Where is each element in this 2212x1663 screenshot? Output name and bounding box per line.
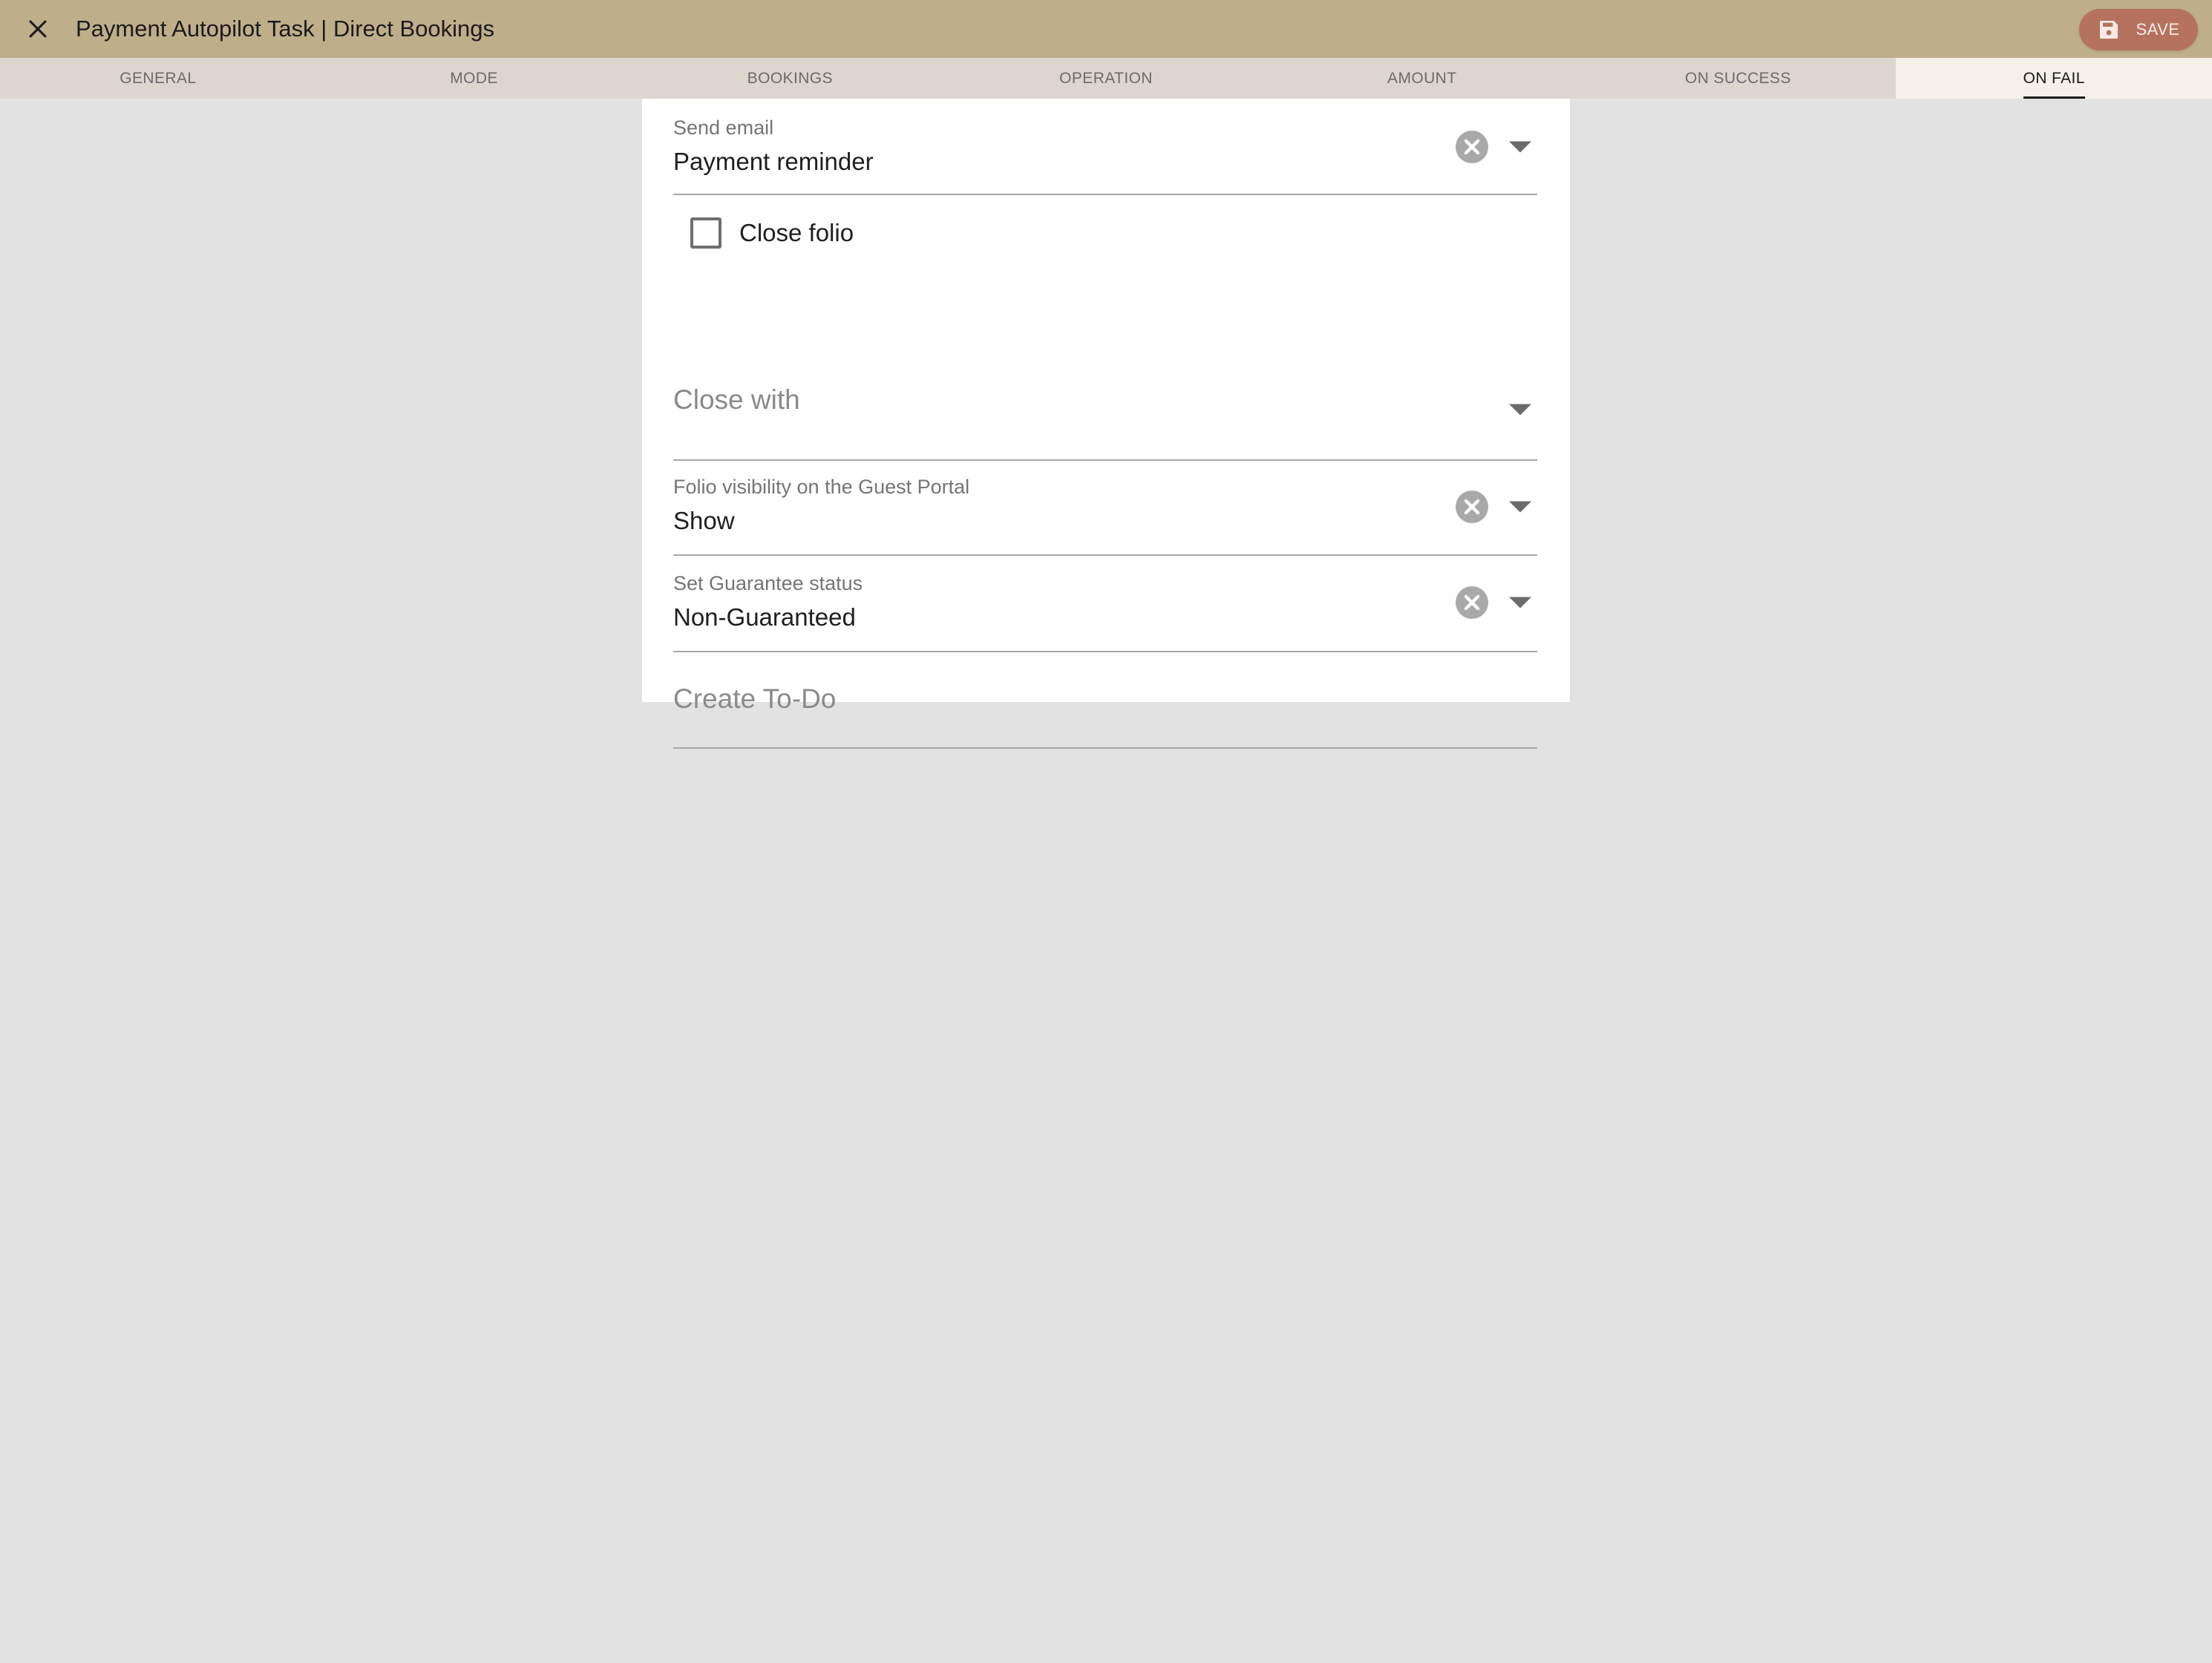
send-email-label: Send email bbox=[673, 117, 774, 139]
page-title: Payment Autopilot Task | Direct Bookings bbox=[76, 16, 495, 42]
folio-visibility-select[interactable]: Folio visibility on the Guest Portal Sho… bbox=[673, 459, 1537, 556]
clear-circle-icon[interactable] bbox=[1454, 489, 1490, 525]
close-folio-label: Close folio bbox=[739, 219, 854, 246]
caret-down-icon[interactable] bbox=[1509, 404, 1531, 416]
tab-label: MODE bbox=[450, 69, 498, 87]
tab-label: ON SUCCESS bbox=[1685, 69, 1791, 87]
tab-bookings[interactable]: BOOKINGS bbox=[632, 58, 948, 99]
on-fail-form-card: Send email Payment reminder Close folio … bbox=[642, 99, 1570, 749]
send-email-select[interactable]: Send email Payment reminder bbox=[673, 99, 1537, 195]
caret-down-icon[interactable] bbox=[1509, 501, 1531, 513]
tab-on-fail[interactable]: ON FAIL bbox=[1896, 58, 2212, 99]
tab-amount[interactable]: AMOUNT bbox=[1264, 58, 1580, 99]
caret-down-icon[interactable] bbox=[1509, 597, 1531, 609]
guarantee-status-value: Non-Guaranteed bbox=[673, 603, 856, 631]
tab-bar: GENERAL MODE BOOKINGS OPERATION AMOUNT O… bbox=[0, 58, 2212, 99]
tab-label: ON FAIL bbox=[2023, 69, 2086, 99]
folio-visibility-value: Show bbox=[673, 507, 735, 534]
close-icon bbox=[29, 20, 47, 38]
tab-general[interactable]: GENERAL bbox=[0, 58, 316, 99]
create-todo-input[interactable]: Create To-Do bbox=[673, 651, 1537, 749]
caret-down-icon[interactable] bbox=[1509, 141, 1531, 153]
close-with-select[interactable]: Close with bbox=[673, 281, 1537, 461]
clear-circle-icon[interactable] bbox=[1454, 585, 1490, 620]
tab-label: GENERAL bbox=[120, 69, 197, 87]
tab-label: BOOKINGS bbox=[747, 69, 833, 87]
close-folio-checkbox[interactable]: Close folio bbox=[690, 212, 854, 254]
send-email-value: Payment reminder bbox=[673, 148, 874, 175]
save-button[interactable]: SAVE bbox=[2079, 9, 2198, 50]
save-button-label: SAVE bbox=[2136, 20, 2180, 39]
floppy-disk-icon bbox=[2100, 21, 2118, 39]
guarantee-status-select[interactable]: Set Guarantee status Non-Guaranteed bbox=[673, 554, 1537, 652]
checkbox-box[interactable] bbox=[690, 217, 721, 249]
create-todo-placeholder: Create To-Do bbox=[673, 683, 837, 714]
tab-label: AMOUNT bbox=[1387, 69, 1457, 87]
close-with-placeholder: Close with bbox=[673, 384, 800, 415]
guarantee-status-label: Set Guarantee status bbox=[673, 572, 863, 594]
tab-operation[interactable]: OPERATION bbox=[948, 58, 1264, 99]
app-bar: Payment Autopilot Task | Direct Bookings… bbox=[0, 0, 2212, 58]
clear-circle-icon[interactable] bbox=[1454, 129, 1490, 165]
tab-on-success[interactable]: ON SUCCESS bbox=[1580, 58, 1897, 99]
close-button[interactable] bbox=[9, 0, 67, 58]
folio-visibility-label: Folio visibility on the Guest Portal bbox=[673, 476, 970, 498]
tab-mode[interactable]: MODE bbox=[316, 58, 632, 99]
tab-label: OPERATION bbox=[1059, 69, 1153, 87]
